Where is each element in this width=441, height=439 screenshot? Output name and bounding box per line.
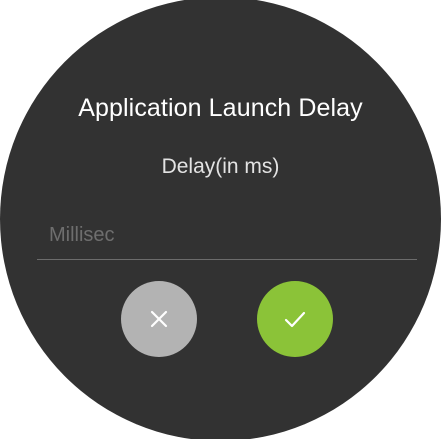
close-icon: [148, 308, 170, 330]
cancel-button[interactable]: [121, 281, 197, 357]
dialog-subtitle: Delay(in ms): [161, 155, 280, 178]
confirm-button[interactable]: [257, 281, 333, 357]
millisec-field-container: [37, 212, 417, 260]
dialog-title: Application Launch Delay: [78, 94, 363, 122]
screen: Application Launch Delay Delay(in ms): [0, 0, 441, 439]
watch-dialog: Application Launch Delay Delay(in ms): [0, 0, 441, 439]
check-icon: [282, 308, 308, 330]
millisec-input[interactable]: [37, 212, 417, 259]
